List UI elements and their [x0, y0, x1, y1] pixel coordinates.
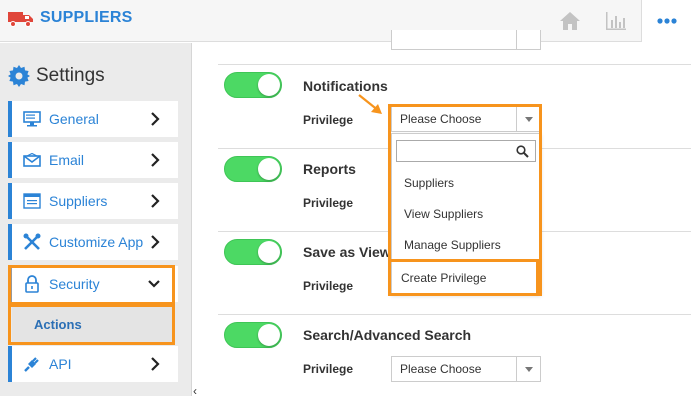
privilege-label: Privilege: [303, 196, 354, 210]
row-divider: [218, 64, 691, 65]
feature-name: Reports: [303, 161, 356, 177]
sidebar-item-label: General: [49, 111, 99, 127]
monitor-icon: [22, 109, 42, 129]
sidebar-subitem-actions[interactable]: Actions: [12, 306, 174, 342]
dropdown-caret-icon: [516, 357, 540, 381]
privilege-dropdown: Suppliers View Suppliers Manage Supplier…: [391, 133, 541, 294]
chevron-right-icon: [151, 357, 160, 371]
notifications-toggle[interactable]: [224, 72, 282, 98]
sidebar-item-label: Suppliers: [49, 193, 108, 209]
sidebar-item-api[interactable]: API: [8, 346, 178, 382]
envelope-icon: [22, 150, 42, 170]
collapse-sidebar-icon[interactable]: ‹: [193, 384, 197, 396]
sidebar-item-suppliers[interactable]: Suppliers: [8, 183, 178, 219]
privilege-label: Privilege: [303, 362, 354, 376]
privilege-select[interactable]: Please Choose: [391, 356, 541, 382]
reports-toggle[interactable]: [224, 156, 282, 182]
select-value: Please Choose: [400, 362, 482, 376]
top-bar: SUPPLIERS: [0, 0, 691, 42]
feature-name: Notifications: [303, 78, 388, 94]
sidebar-subitem-label: Actions: [34, 316, 82, 332]
more-button[interactable]: [641, 0, 691, 42]
settings-heading: Settings: [8, 65, 105, 87]
sidebar-item-label: API: [49, 356, 72, 372]
dropdown-caret-icon: [516, 107, 540, 131]
sidebar-item-general[interactable]: General: [8, 101, 178, 137]
feature-name: Search/Advanced Search: [303, 327, 472, 343]
lock-icon: [22, 274, 42, 294]
settings-title: Settings: [36, 65, 105, 86]
app-title: SUPPLIERS: [40, 9, 133, 26]
brand: SUPPLIERS: [8, 8, 133, 28]
chevron-right-icon: [151, 112, 160, 126]
sidebar-item-customize-app[interactable]: Customize App: [8, 224, 178, 260]
plug-icon: [22, 354, 42, 374]
dropdown-option[interactable]: Suppliers: [404, 176, 454, 190]
dropdown-option[interactable]: Manage Suppliers: [404, 238, 501, 252]
sidebar-item-label: Customize App: [49, 234, 144, 250]
bar-chart-icon[interactable]: [593, 0, 639, 42]
sidebar-item-label: Security: [49, 276, 100, 292]
select-value: Please Choose: [400, 112, 482, 126]
feature-name: Save as View: [303, 244, 391, 260]
dropdown-search-input[interactable]: [396, 140, 536, 162]
previous-select-remnant: [391, 30, 541, 50]
sidebar-item-email[interactable]: Email: [8, 142, 178, 178]
truck-icon: [8, 12, 33, 27]
dropdown-option[interactable]: View Suppliers: [404, 207, 483, 221]
privilege-select[interactable]: Please Choose: [391, 106, 541, 132]
create-privilege-option[interactable]: Create Privilege: [401, 271, 486, 285]
home-icon[interactable]: [547, 0, 593, 42]
tools-icon: [22, 232, 42, 252]
privilege-label: Privilege: [303, 279, 354, 293]
search-icon: [516, 145, 529, 158]
pointer-arrow-icon: [358, 94, 382, 114]
ellipsis-icon: [656, 18, 677, 24]
save-as-view-toggle[interactable]: [224, 239, 282, 265]
row-divider: [218, 314, 691, 315]
privilege-label: Privilege: [303, 113, 354, 127]
chevron-right-icon: [151, 194, 160, 208]
settings-sidebar: Settings: [0, 43, 192, 396]
chevron-right-icon: [151, 235, 160, 249]
gear-icon: [8, 65, 30, 87]
chevron-right-icon: [151, 153, 160, 167]
search-toggle[interactable]: [224, 322, 282, 348]
sidebar-item-label: Email: [49, 152, 85, 168]
sidebar-item-security[interactable]: Security: [8, 266, 178, 302]
list-window-icon: [22, 191, 42, 211]
chevron-down-icon: [148, 280, 160, 288]
